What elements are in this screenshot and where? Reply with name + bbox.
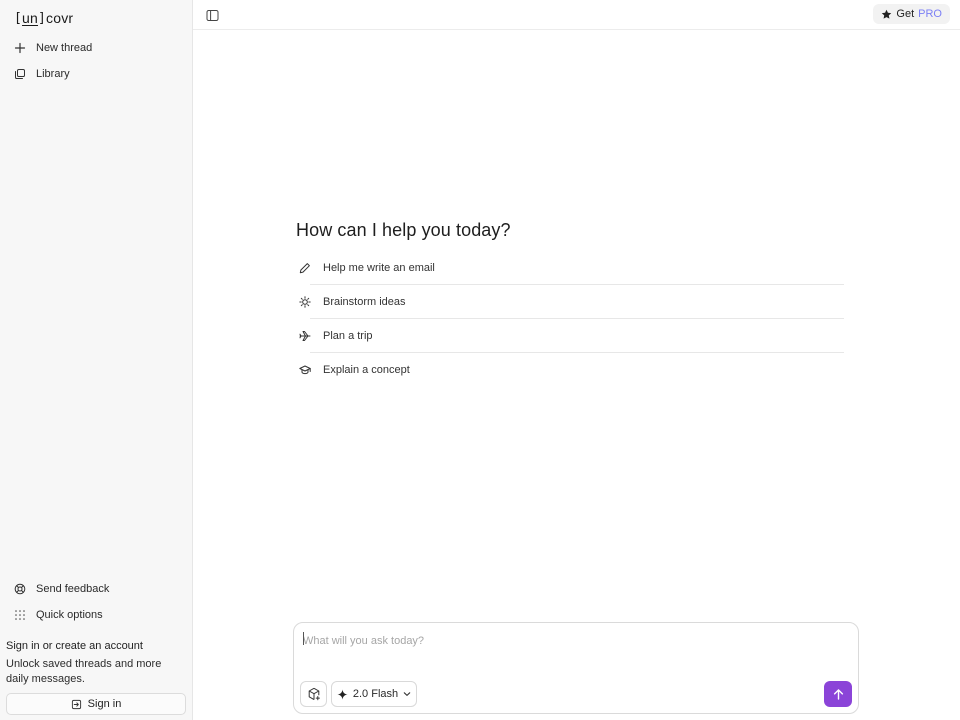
suggestion-label: Plan a trip — [323, 329, 373, 342]
send-feedback-button[interactable]: Send feedback — [8, 577, 184, 601]
pro-label: PRO — [918, 8, 942, 20]
send-button[interactable] — [824, 681, 852, 707]
message-input[interactable] — [303, 631, 843, 651]
suggestion-label: Help me write an email — [323, 261, 435, 274]
sign-in-label: Sign in — [87, 698, 122, 710]
top-bar: Get PRO — [193, 0, 960, 30]
lightbulb-icon — [299, 295, 311, 308]
sign-in-button[interactable]: Sign in — [6, 693, 186, 715]
graduation-cap-icon — [299, 365, 311, 374]
cube-plus-icon — [308, 687, 320, 701]
new-thread-label: New thread — [36, 42, 93, 54]
library-button[interactable]: Library — [8, 62, 184, 86]
arrow-up-icon — [833, 688, 843, 700]
suggestion-explain-concept[interactable]: Explain a concept — [296, 353, 844, 386]
chevron-down-icon — [403, 692, 411, 696]
sidebar: [un] covr New thread Library Send feedbac… — [0, 0, 193, 720]
get-label: Get — [896, 8, 915, 20]
grid-dots-icon — [15, 610, 25, 620]
library-label: Library — [36, 68, 70, 80]
sign-in-icon — [71, 699, 81, 709]
plane-icon — [299, 330, 311, 341]
quick-options-button[interactable]: Quick options — [8, 603, 184, 627]
signin-prompt: Sign in or create an account Unlock save… — [6, 639, 186, 687]
sparkle-icon — [337, 688, 348, 700]
send-feedback-label: Send feedback — [36, 583, 110, 595]
sidebar-toggle-button[interactable] — [203, 6, 221, 24]
suggestion-brainstorm[interactable]: Brainstorm ideas — [296, 285, 844, 318]
logo-bracket-close: ] — [38, 10, 47, 26]
library-icon — [15, 69, 25, 79]
signin-description: Unlock saved threads and more daily mess… — [6, 658, 162, 685]
quick-options-label: Quick options — [36, 609, 103, 621]
model-selector[interactable]: 2.0 Flash — [331, 681, 417, 707]
model-label: 2.0 Flash — [352, 688, 399, 700]
suggestion-label: Brainstorm ideas — [323, 295, 406, 308]
suggestion-plan-trip[interactable]: Plan a trip — [296, 319, 844, 352]
page-title: How can I help you today? — [296, 220, 511, 240]
logo-bracket-open: [ — [14, 10, 23, 26]
suggestion-label: Explain a concept — [323, 363, 410, 376]
lifebuoy-icon — [14, 583, 26, 595]
composer: 2.0 Flash — [293, 622, 859, 714]
app-logo[interactable]: [un] covr — [14, 9, 73, 27]
suggestion-write-email[interactable]: Help me write an email — [296, 251, 844, 284]
attach-tools-button[interactable] — [300, 681, 327, 707]
sidebar-toggle-icon — [206, 9, 218, 21]
get-pro-button[interactable]: Get PRO — [873, 4, 950, 24]
plus-icon — [14, 42, 26, 54]
suggestion-list: Help me write an email Brainstorm ideas … — [296, 251, 844, 386]
logo-covr: covr — [46, 10, 74, 26]
text-caret — [303, 632, 304, 645]
pencil-icon — [299, 262, 310, 273]
logo-un: un — [22, 10, 39, 26]
star-icon — [882, 9, 892, 19]
signin-title: Sign in or create an account — [6, 640, 143, 652]
new-thread-button[interactable]: New thread — [8, 36, 184, 60]
